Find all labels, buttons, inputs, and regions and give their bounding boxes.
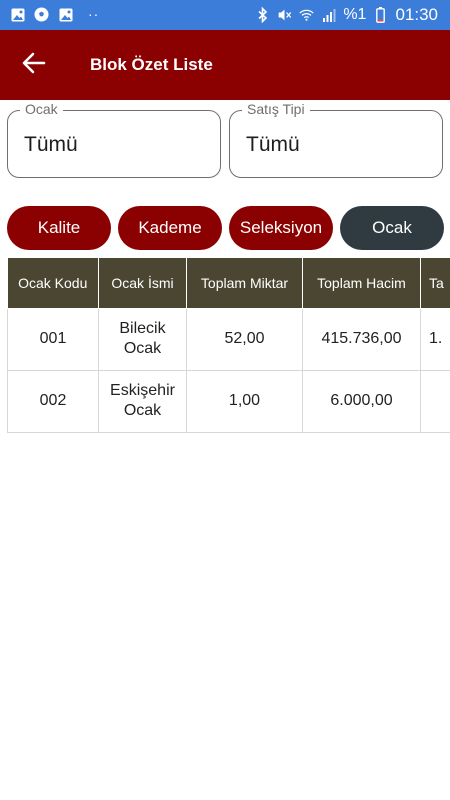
- table-row[interactable]: 001 Bilecik Ocak 52,00 415.736,00 1.: [7, 307, 450, 371]
- signal-icon: [321, 8, 336, 23]
- column-header-truncated[interactable]: Ta: [420, 258, 450, 309]
- tab-seleksiyon[interactable]: Seleksiyon: [229, 206, 333, 250]
- app-bar: Blok Özet Liste: [0, 30, 450, 100]
- notification-dots: ··: [88, 6, 100, 22]
- table-row[interactable]: 002 Eskişehir Ocak 1,00 6.000,00: [7, 369, 450, 433]
- column-header-toplam-miktar[interactable]: Toplam Miktar: [186, 258, 303, 309]
- image-icon: [10, 7, 25, 22]
- clock: 01:30: [395, 5, 438, 24]
- tab-kalite[interactable]: Kalite: [7, 206, 111, 250]
- back-button[interactable]: [14, 47, 54, 83]
- satis-tipi-select[interactable]: Satış Tipi Tümü: [229, 101, 443, 178]
- arrow-left-icon: [22, 52, 46, 79]
- satis-tipi-select-value: Tümü: [246, 133, 300, 156]
- wifi-icon: [299, 8, 314, 23]
- cell-truncated: 1.: [420, 307, 450, 371]
- ocak-select-label: Ocak: [20, 101, 63, 117]
- cell-toplam-miktar: 52,00: [186, 307, 303, 371]
- bluetooth-icon: [255, 7, 270, 23]
- summary-table: Ocak Kodu Ocak İsmi Toplam Miktar Toplam…: [7, 258, 450, 433]
- battery-icon: [373, 7, 388, 23]
- cell-ocak-ismi: Eskişehir Ocak: [98, 369, 187, 433]
- cell-ocak-kodu: 002: [7, 369, 99, 433]
- cell-ocak-ismi: Bilecik Ocak: [98, 307, 187, 371]
- cell-toplam-miktar: 1,00: [186, 369, 303, 433]
- image-icon: [58, 7, 73, 22]
- page-title: Blok Özet Liste: [90, 55, 213, 74]
- column-header-ocak-kodu[interactable]: Ocak Kodu: [7, 258, 99, 309]
- tab-ocak[interactable]: Ocak: [340, 206, 444, 250]
- status-bar-left: ··: [10, 7, 99, 22]
- battery-percent: %1: [343, 6, 367, 23]
- soccer-ball-icon: [34, 7, 49, 22]
- mute-icon: [277, 8, 292, 23]
- cell-truncated: [420, 369, 450, 433]
- status-bar-right: %1 01:30: [255, 5, 438, 24]
- status-bar: ·· %1 01:30: [0, 0, 450, 30]
- ocak-select-value: Tümü: [24, 133, 78, 156]
- ocak-select[interactable]: Ocak Tümü: [7, 101, 221, 178]
- cell-toplam-hacim: 415.736,00: [302, 307, 421, 371]
- satis-tipi-select-label: Satış Tipi: [242, 101, 310, 117]
- cell-toplam-hacim: 6.000,00: [302, 369, 421, 433]
- column-header-toplam-hacim[interactable]: Toplam Hacim: [302, 258, 421, 309]
- tab-kademe[interactable]: Kademe: [118, 206, 222, 250]
- cell-ocak-kodu: 001: [7, 307, 99, 371]
- column-header-ocak-ismi[interactable]: Ocak İsmi: [98, 258, 187, 309]
- table-header-row: Ocak Kodu Ocak İsmi Toplam Miktar Toplam…: [7, 258, 450, 309]
- summary-table-container[interactable]: Ocak Kodu Ocak İsmi Toplam Miktar Toplam…: [7, 258, 450, 433]
